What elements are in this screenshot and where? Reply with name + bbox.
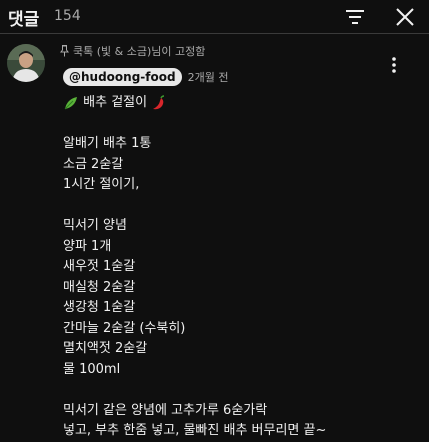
header-divider — [0, 33, 429, 34]
comments-title: 댓글 — [8, 10, 40, 30]
comments-header: 댓글 154 — [0, 0, 429, 34]
comment-line: 멸치액젓 2숟갈 — [63, 341, 148, 356]
comment-body: 배추 겉절이 알배기 배추 1통 소금 2숟갈 1시간 절이기, 믹서기 양념 … — [63, 93, 413, 442]
comment-line: 믹서기 같은 양념에 고추가루 6숟가락 — [63, 402, 268, 418]
hot-pepper-emoji — [153, 94, 165, 109]
pinned-text: 쿡톡 (빛 & 소금)님이 고정함 — [73, 45, 206, 58]
avatar[interactable] — [7, 44, 45, 82]
sort-icon[interactable] — [345, 8, 365, 26]
pin-icon — [60, 45, 69, 57]
more-vert-icon[interactable] — [387, 56, 401, 74]
comment-line: 소금 2숟갈 — [63, 156, 124, 172]
comment-line: 믹서기 양념 — [63, 218, 127, 233]
comments-count: 154 — [54, 8, 81, 24]
close-icon[interactable] — [394, 6, 416, 28]
comment-timestamp[interactable]: 2개월 전 — [188, 69, 229, 85]
author-badge[interactable]: @hudoong-food — [63, 68, 182, 86]
comment-line: 1시간 절이기, — [63, 177, 140, 192]
comment-line — [63, 380, 413, 401]
comment-line — [63, 114, 413, 135]
comment-line: 생강청 1숟갈 — [63, 300, 136, 315]
comment-line: 알배기 배추 1통 — [63, 136, 152, 151]
comment-title-line: 배추 겉절이 — [63, 93, 413, 114]
herb-emoji — [64, 96, 77, 109]
comment-line: 간마늘 2숟갈 (수북히) — [63, 320, 186, 336]
comment-line: 넣고, 부추 한줌 넣고, 물빠진 배추 버무리면 끝~ — [63, 423, 327, 438]
pinned-label: 쿡톡 (빛 & 소금)님이 고정함 — [60, 43, 205, 59]
comment-title: 배추 겉절이 — [83, 95, 148, 110]
author-row: @hudoong-food 2개월 전 — [63, 68, 228, 86]
comment-line — [63, 196, 413, 217]
comment-line: 양파 1개 — [63, 238, 112, 254]
comment-line: 새우젓 1숟갈 — [63, 259, 136, 274]
comment-line: 매실청 2숟갈 — [63, 279, 136, 295]
comment-line: 물 100ml — [63, 361, 121, 377]
